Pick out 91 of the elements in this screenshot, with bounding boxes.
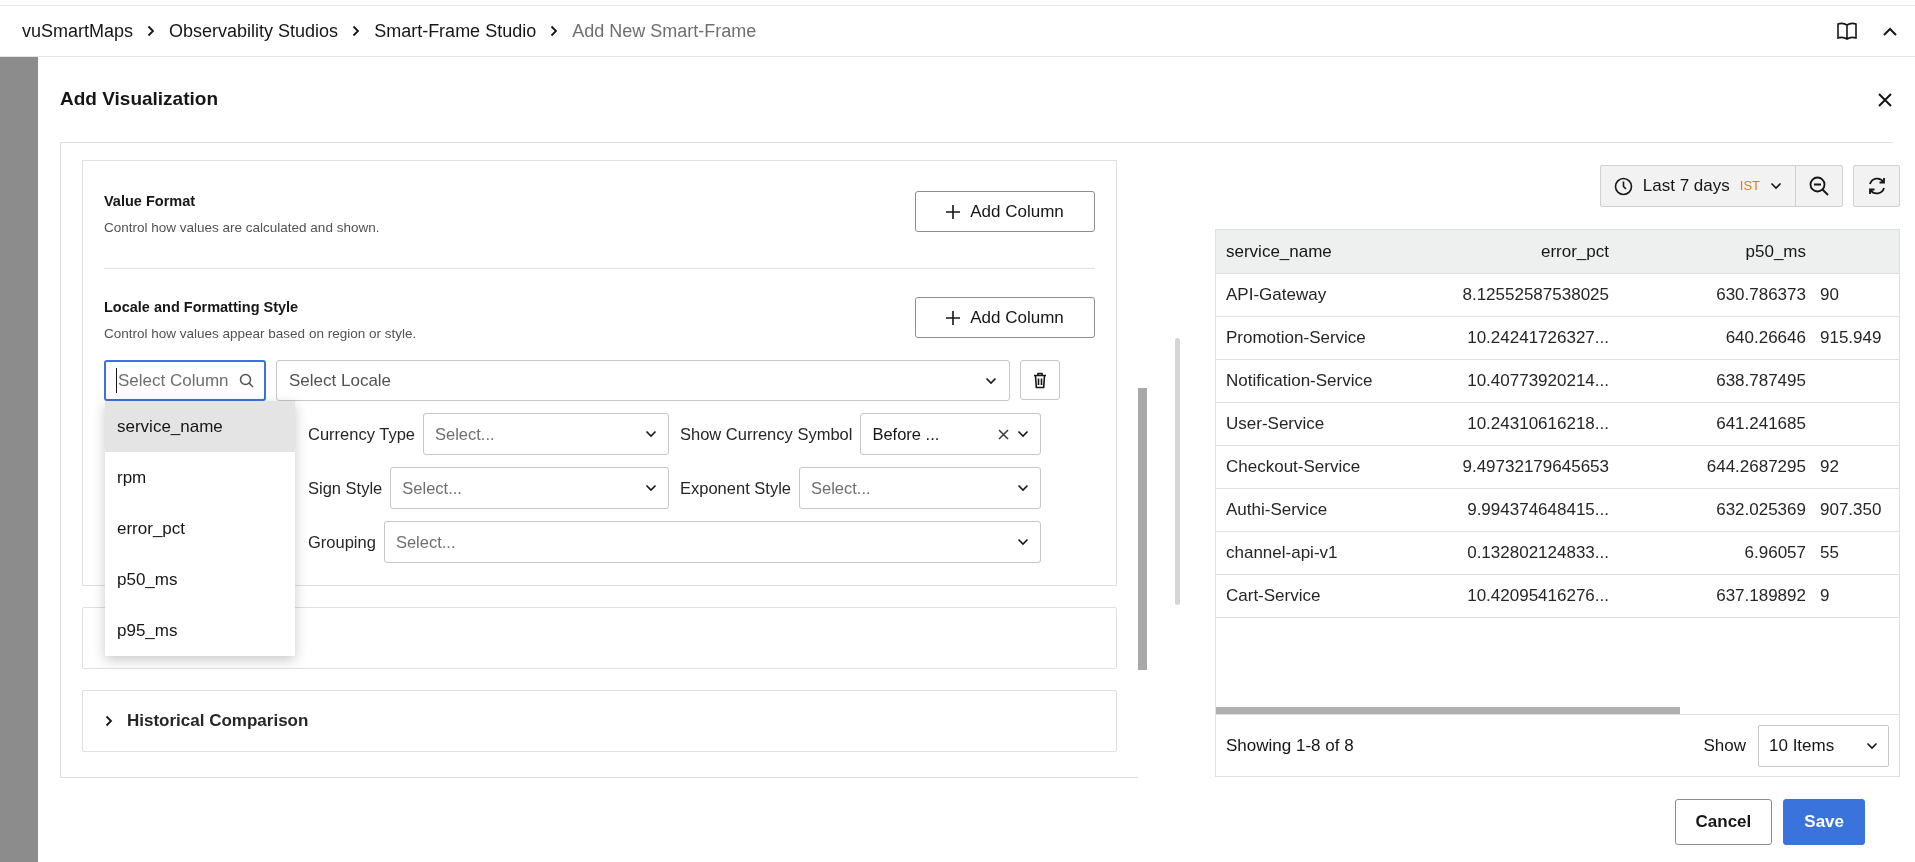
chevron-right-icon <box>550 25 559 37</box>
table-cell-text: Promotion-Service <box>1225 327 1367 350</box>
dialog-title: Add Visualization <box>60 87 218 112</box>
table-cell-text: 92 <box>1819 456 1840 479</box>
table-cell-text: 9.49732179645653 <box>1461 456 1610 479</box>
table-cell-text: API-Gateway <box>1225 284 1328 307</box>
search-icon <box>239 373 254 388</box>
table-cell-text: 10.24310616218... <box>1466 413 1610 436</box>
cancel-button[interactable]: Cancel <box>1674 799 1773 845</box>
table-cell-text: 90 <box>1819 284 1840 307</box>
table-cell-text: Notification-Service <box>1225 370 1374 393</box>
table-cell-text: 0.132802124833... <box>1466 542 1610 565</box>
chevron-down-icon <box>645 430 657 438</box>
table-cell-text: 630.786373 <box>1715 284 1807 307</box>
book-icon[interactable] <box>1837 22 1857 40</box>
table-cell-text: channel-api-v1 <box>1225 542 1339 565</box>
chevron-down-icon <box>645 484 657 492</box>
table-cell-text: 8.12552587538025 <box>1461 284 1610 307</box>
chevron-down-icon <box>1866 741 1878 750</box>
table-cell-text: 10.24241726327... <box>1466 327 1610 350</box>
table-cell-text: Cart-Service <box>1225 585 1322 608</box>
refresh-button[interactable] <box>1853 165 1900 207</box>
accordion-header[interactable]: Historical Comparison <box>82 690 1117 752</box>
section-title: Locale and Formatting Style <box>104 298 300 317</box>
select-field[interactable]: Select... <box>390 467 669 509</box>
page-size-select[interactable]: 10 Items <box>1758 724 1889 767</box>
table-cell-text: 637.189892 <box>1715 585 1807 608</box>
dropdown-option[interactable]: rpm <box>105 452 295 503</box>
table-cell-text: 10.42095416276... <box>1466 585 1610 608</box>
chevron-right-icon <box>147 25 156 37</box>
plus-icon <box>946 204 961 219</box>
zoom-out-icon <box>1809 176 1829 196</box>
delete-button[interactable] <box>1020 360 1060 400</box>
chevron-right-icon <box>352 25 361 37</box>
column-header[interactable]: service_name <box>1216 230 1396 273</box>
locale-select[interactable]: Select Locale <box>276 360 1010 401</box>
page-size-label: Show <box>1703 734 1746 757</box>
chevron-down-icon <box>1017 430 1029 438</box>
select-field[interactable]: Select... <box>383 521 1041 563</box>
field-label: Show Currency Symbol <box>680 423 853 445</box>
field-label: Currency Type <box>308 423 415 445</box>
dropdown-option[interactable]: error_pct <box>105 503 295 554</box>
breadcrumb-link[interactable]: Observability Studios <box>169 17 339 45</box>
section-description: Control how values are calculated and shown. <box>104 218 380 237</box>
dropdown-option[interactable]: p95_ms <box>105 605 295 656</box>
select-field[interactable]: Before ... <box>860 413 1041 455</box>
chevron-down-icon <box>985 376 997 385</box>
chevron-down-icon <box>1017 484 1029 492</box>
table-cell-text: 6.96057 <box>1743 542 1807 565</box>
clear-icon[interactable] <box>998 428 1009 440</box>
table-cell-text: 907.350 <box>1819 499 1883 522</box>
table-cell-text: 9.994374648415... <box>1466 499 1610 522</box>
save-button[interactable]: Save <box>1783 799 1865 845</box>
section-title: Value Format <box>104 192 197 211</box>
table-cell-text: 55 <box>1819 542 1840 565</box>
table-cell-text: Checkout-Service <box>1225 456 1362 479</box>
dropdown-option[interactable]: service_name <box>105 401 295 452</box>
breadcrumb-link[interactable]: vuSmartMaps <box>22 17 134 45</box>
chevron-up-icon[interactable] <box>1883 26 1897 36</box>
refresh-icon <box>1866 176 1887 196</box>
chevron-down-icon <box>1770 182 1782 190</box>
field-label: Grouping <box>308 531 376 553</box>
table-cell-text: 644.2687295 <box>1705 456 1807 479</box>
field-label: Exponent Style <box>680 477 791 499</box>
close-icon[interactable] <box>1877 91 1893 108</box>
add-column-button[interactable]: Add Column <box>915 297 1095 338</box>
table-cell-text: 638.787495 <box>1715 370 1807 393</box>
plus-icon <box>946 310 961 325</box>
table-cell-text: 915.949 <box>1819 327 1883 350</box>
pagination-summary: Showing 1-8 of 8 <box>1226 734 1354 757</box>
table-cell-text: 641.241685 <box>1715 413 1807 436</box>
field-label: Sign Style <box>308 477 383 499</box>
chevron-down-icon <box>1017 538 1029 546</box>
select-field[interactable]: Select... <box>423 413 669 455</box>
add-column-button[interactable]: Add Column <box>915 191 1095 232</box>
table-cell-text: 9 <box>1819 585 1831 608</box>
section-description: Control how values appear based on region or style. <box>104 324 417 343</box>
table-cell-text: 640.26646 <box>1724 327 1807 350</box>
dropdown-option[interactable]: p50_ms <box>105 554 295 605</box>
column-header[interactable]: p50_ms <box>1619 230 1816 273</box>
trash-icon <box>1033 371 1047 389</box>
table-cell-text: 10.40773920214... <box>1466 370 1610 393</box>
chevron-right-icon <box>105 715 113 727</box>
select-field[interactable]: Select... <box>799 467 1041 509</box>
table-cell-text: Authi-Service <box>1225 499 1329 522</box>
column-search-field[interactable]: Select Column <box>104 360 266 401</box>
clock-icon <box>1613 176 1633 196</box>
breadcrumb-link[interactable]: Smart-Frame Studio <box>374 17 537 45</box>
column-header[interactable]: error_pct <box>1396 230 1619 273</box>
table-cell-text: 632.025369 <box>1715 499 1807 522</box>
table-cell-text: User-Service <box>1225 413 1326 436</box>
